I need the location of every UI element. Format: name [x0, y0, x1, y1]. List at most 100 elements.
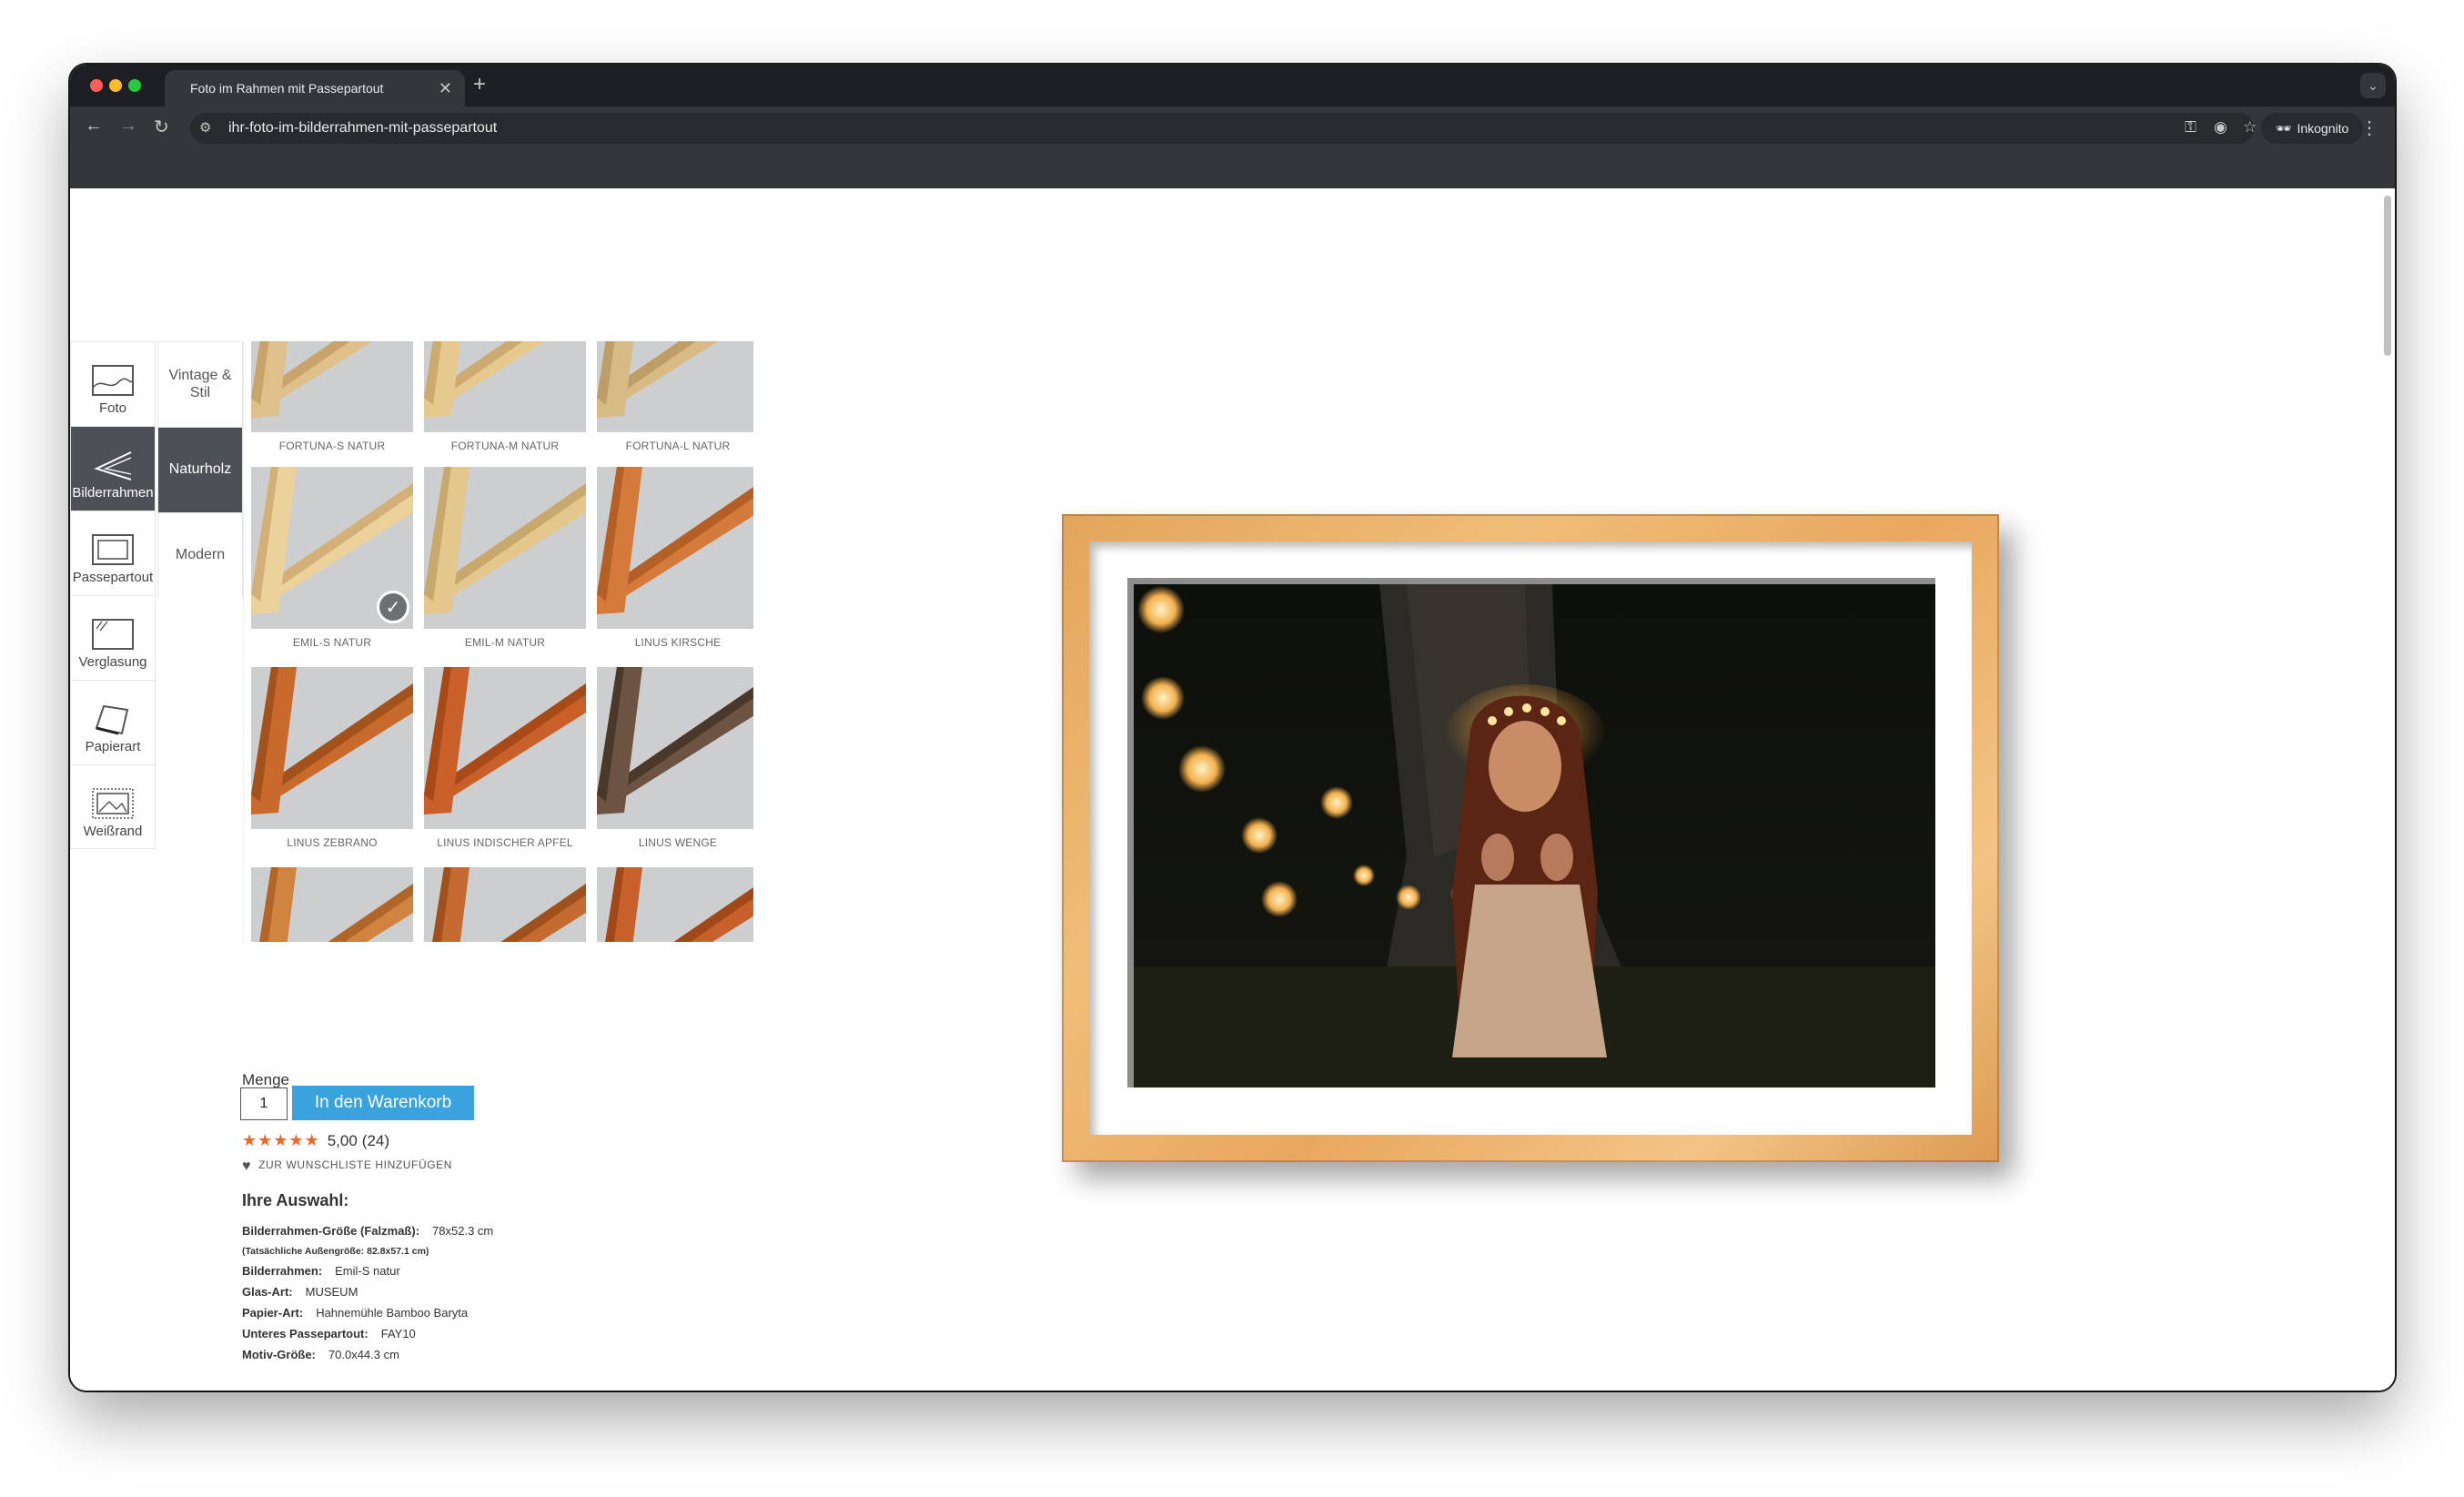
spec-outer-size: (Tatsächliche Außengröße: 82.8x57.1 cm) [242, 1246, 429, 1257]
eye-off-icon[interactable]: ◉ [2214, 118, 2227, 137]
spec-paper: Papier-Art: Hahnemühle Bamboo Baryta [242, 1306, 469, 1320]
add-to-wishlist-link[interactable]: ♥ ZUR WUNSCHLISTE HINZUFÜGEN [242, 1158, 452, 1175]
new-tab-button[interactable]: + [473, 72, 486, 97]
frame-thumbnail[interactable] [424, 467, 586, 629]
incognito-label: Inkognito [2297, 121, 2349, 136]
frame-tile[interactable] [597, 867, 753, 942]
tab-bar: Foto im Rahmen mit Passepartout ✕ + ⌄ [70, 65, 2395, 106]
frame-tile-label: FORTUNA-L NATUR [625, 440, 731, 452]
selection-title: Ihre Auswahl: [242, 1191, 349, 1209]
frame-tile[interactable]: LINUS ZEBRANO [251, 667, 413, 851]
selected-check-icon: ✓ [377, 591, 409, 623]
address-bar[interactable]: ⚙ ihr-foto-im-bilderrahmen-mit-passepart… [190, 113, 2257, 144]
frame-tile-label: FORTUNA-S NATUR [278, 440, 386, 452]
heart-icon: ♥ [242, 1158, 252, 1174]
scrollbar[interactable] [2384, 196, 2391, 356]
quantity-label: Menge [242, 1071, 289, 1088]
frame-thumbnail[interactable] [597, 467, 753, 629]
key-icon[interactable]: ⚿ [2185, 118, 2196, 137]
frame-thumbnail[interactable] [424, 867, 586, 942]
frame-tile[interactable]: LINUS KIRSCHE [597, 467, 753, 651]
frame-thumbnail[interactable] [597, 867, 753, 942]
category-vintage-stil[interactable]: Vintage & Stil [157, 341, 243, 427]
spec-frame-size: Bilderrahmen-Größe (Falzmaß): 78x52.3 cm [242, 1224, 494, 1238]
config-tab-weissrand[interactable]: Weißrand [70, 764, 156, 849]
frame-tile-label: FORTUNA-M NATUR [450, 440, 560, 452]
frame-thumbnail[interactable] [424, 667, 586, 829]
frame-thumbnail[interactable] [597, 667, 753, 829]
photo-image [1134, 584, 1935, 1087]
mat-icon [92, 534, 134, 565]
frame-tile[interactable]: FORTUNA-L NATUR [597, 341, 753, 454]
minimize-window-button[interactable] [109, 79, 122, 92]
add-to-cart-button[interactable]: In den Warenkorb [292, 1086, 474, 1120]
frame-tile[interactable]: FORTUNA-S NATUR [251, 341, 413, 454]
tab-close-icon[interactable]: ✕ [439, 79, 452, 98]
browser-toolbar: ← → ↻ ⚙ ihr-foto-im-bilderrahmen-mit-pas… [70, 106, 2395, 150]
spec-mat: Unteres Passepartout: FAY10 [242, 1327, 416, 1340]
frame-grid: FORTUNA-S NATUR FORTUNA-M NATUR FORTUNA-L … [243, 341, 753, 942]
close-window-button[interactable] [90, 79, 103, 92]
star-rating-icon: ★★★★★ [242, 1131, 320, 1149]
config-tabs: Foto Bilderrahmen Passepartout Verglasun… [70, 341, 157, 849]
config-tab-label: Papierart [85, 739, 141, 754]
back-icon[interactable]: ← [85, 116, 103, 137]
border-icon [92, 788, 134, 819]
spec-frame: Bilderrahmen: Emil-S natur [242, 1264, 400, 1278]
config-tab-bilderrahmen[interactable]: Bilderrahmen [70, 426, 156, 511]
glass-icon [92, 619, 134, 650]
frame-categories: Vintage & Stil Naturholz Modern [157, 341, 243, 598]
bookmark-bar [70, 150, 2395, 188]
passepartout-mat [1089, 541, 1972, 1135]
incognito-icon: 🕶 [2275, 120, 2292, 136]
forward-icon[interactable]: → [119, 116, 137, 137]
quantity-input[interactable] [240, 1087, 288, 1120]
frame-tile-label: LINUS KIRSCHE [634, 636, 722, 649]
config-tab-label: Bilderrahmen [72, 485, 154, 501]
frame-tile-label: LINUS ZEBRANO [287, 836, 378, 849]
frame-thumbnail[interactable] [251, 867, 413, 942]
tab-search-icon[interactable]: ⌄ [2360, 73, 2386, 98]
config-tab-foto[interactable]: Foto [70, 341, 156, 426]
rating: ★★★★★ 5,00 (24) [242, 1131, 389, 1150]
maximize-window-button[interactable] [128, 79, 141, 92]
rating-count: (24) [361, 1131, 390, 1149]
rating-value: 5,00 [327, 1131, 358, 1149]
kebab-icon[interactable]: ⋮ [2360, 116, 2378, 139]
wishlist-label: ZUR WUNSCHLISTE HINZUFÜGEN [258, 1158, 453, 1171]
frame-tile[interactable]: LINUS INDISCHER APFEL [424, 667, 586, 851]
frame-thumbnail[interactable] [597, 341, 753, 432]
config-tab-verglasung[interactable]: Verglasung [70, 595, 156, 680]
url-text[interactable]: ihr-foto-im-bilderrahmen-mit-passepartou… [228, 120, 497, 137]
category-modern[interactable]: Modern [157, 512, 243, 598]
tab-title: Foto im Rahmen mit Passepartout [190, 81, 384, 96]
frame-corner-icon [94, 451, 132, 480]
spec-glass: Glas-Art: MUSEUM [242, 1285, 358, 1299]
frame-tile-label: LINUS WENGE [638, 836, 718, 849]
frame-thumbnail[interactable] [251, 667, 413, 829]
frame-tile[interactable]: LINUS WENGE [597, 667, 753, 851]
frame-tile-label: EMIL-M NATUR [464, 636, 546, 649]
frame-tile[interactable]: ✓ EMIL-S NATUR [251, 467, 413, 651]
config-tab-passepartout[interactable]: Passepartout [70, 511, 156, 595]
browser-window: Foto im Rahmen mit Passepartout ✕ + ⌄ ← … [70, 65, 2395, 1391]
config-tab-label: Verglasung [78, 654, 147, 670]
frame-thumbnail[interactable] [251, 341, 413, 432]
site-settings-icon[interactable]: ⚙ [199, 119, 211, 136]
frame-tile-label: EMIL-S NATUR [292, 636, 372, 649]
frame-preview [1062, 514, 1999, 1162]
config-tab-label: Foto [98, 400, 126, 416]
star-icon[interactable]: ☆ [2243, 118, 2257, 137]
frame-tile[interactable]: EMIL-M NATUR [424, 467, 586, 651]
browser-tab[interactable]: Foto im Rahmen mit Passepartout ✕ [165, 70, 465, 106]
incognito-badge[interactable]: 🕶 Inkognito [2261, 113, 2363, 144]
frame-tile[interactable] [424, 867, 586, 942]
photo-icon [92, 365, 134, 396]
reload-icon[interactable]: ↻ [154, 116, 169, 138]
category-naturholz[interactable]: Naturholz [157, 427, 243, 512]
page-content: Foto Bilderrahmen Passepartout Verglasun… [70, 188, 2395, 1391]
config-tab-papierart[interactable]: Papierart [70, 680, 156, 764]
frame-thumbnail[interactable] [424, 341, 586, 432]
frame-tile[interactable]: FORTUNA-M NATUR [424, 341, 586, 454]
frame-tile[interactable] [251, 867, 413, 942]
